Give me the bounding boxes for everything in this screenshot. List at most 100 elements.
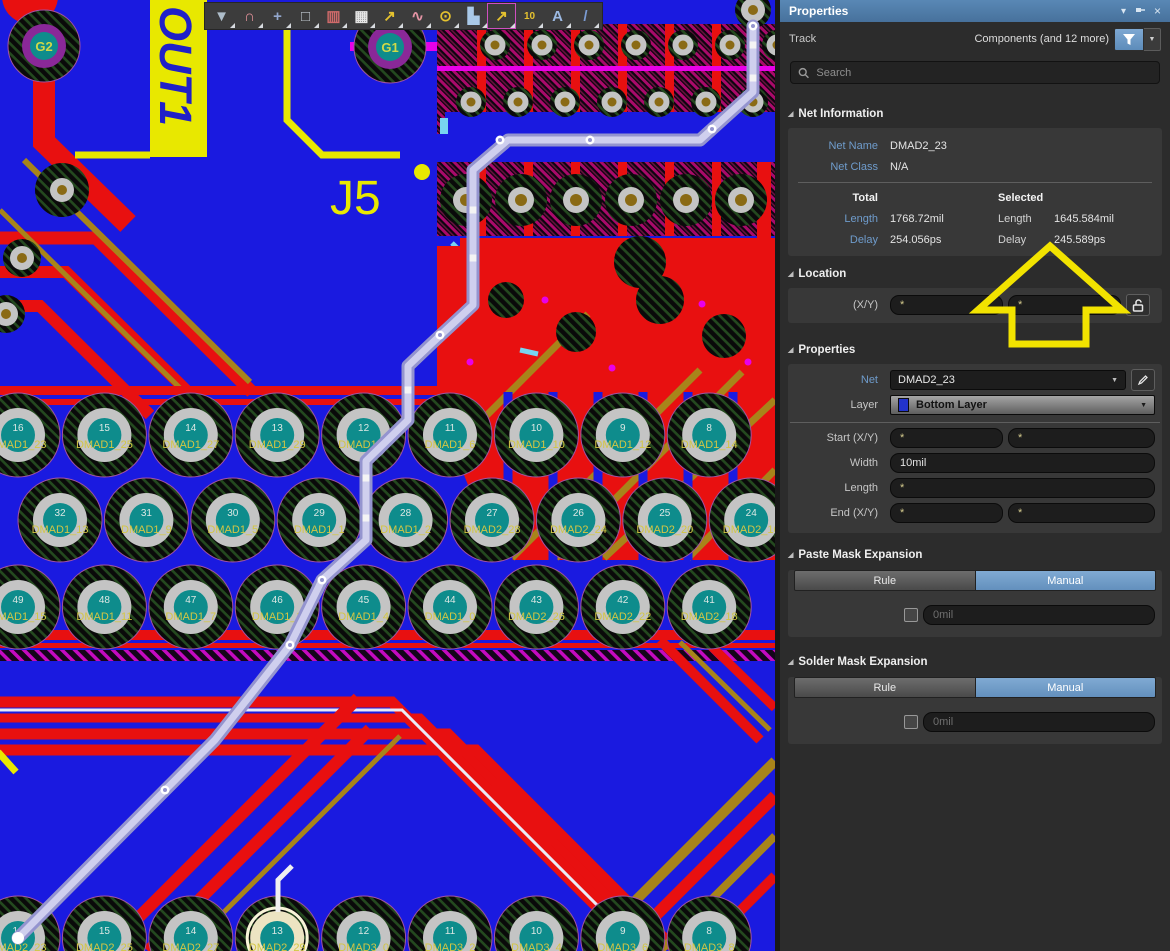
svg-text:G1: G1 [381, 40, 398, 55]
svg-text:G2: G2 [35, 39, 52, 54]
magnet-snap-icon[interactable]: ∩ [236, 4, 263, 28]
svg-text:DMAD2_28: DMAD2_28 [464, 524, 521, 536]
svg-text:43: 43 [531, 595, 543, 606]
pcb-pad[interactable]: 26DMAD2_24 [536, 478, 620, 562]
pcb-pad[interactable]: 8DMAD1_14 [667, 393, 751, 477]
layer-dropdown[interactable]: Bottom Layer▼ [890, 395, 1155, 415]
filter-button[interactable] [1114, 28, 1144, 51]
svg-text:DMAD1_25: DMAD1_25 [76, 439, 133, 451]
end-x-input[interactable]: * [890, 503, 1003, 523]
section-header-solder-mask[interactable]: ◢ Solder Mask Expansion [780, 654, 1170, 670]
pcb-pad[interactable]: 48DMAD1_11 [62, 565, 146, 649]
width-input[interactable]: 10mil [890, 453, 1155, 473]
meander-tuning-icon[interactable]: ∿ [404, 4, 431, 28]
paste-mask-value-input[interactable]: 0mil [923, 605, 1155, 625]
line-icon[interactable]: / [572, 4, 599, 28]
text-string-icon[interactable]: A [544, 4, 571, 28]
filter-dropdown-button[interactable]: ▼ [1144, 28, 1161, 51]
end-xy-label: End (X/Y) [788, 507, 890, 519]
length-input[interactable]: * [890, 478, 1155, 498]
pcb-pad[interactable]: 13DMAD1_29 [235, 393, 319, 477]
pcb-pad[interactable]: 28 DMAD1_2 [364, 478, 448, 562]
section-header-net-information[interactable]: ◢ Net Information [780, 106, 1170, 122]
pcb-canvas[interactable]: OUT1 J5 G2 G1 16DMAD1_2315DMAD1_2514DMAD… [0, 0, 775, 951]
svg-text:11: 11 [445, 926, 456, 937]
svg-text:DMAD2_25: DMAD2_25 [76, 942, 133, 951]
pcb-pad[interactable]: 47DMAD1_7 [149, 565, 233, 649]
svg-text:DMAD1_9: DMAD1_9 [121, 524, 172, 536]
location-x-input[interactable]: * [890, 295, 1003, 315]
pcb-pad[interactable]: 27 DMAD2_28 [450, 478, 534, 562]
svg-text:DMAD1_15: DMAD1_15 [0, 611, 46, 623]
solder-mask-checkbox[interactable] [904, 715, 918, 729]
lock-button[interactable] [1126, 294, 1150, 316]
pcb-pad[interactable]: 25DMAD2_20 [623, 478, 707, 562]
svg-text:30: 30 [227, 508, 239, 519]
collapse-icon: ◢ [788, 110, 793, 118]
pcb-pad[interactable]: 42DMAD2_22 [581, 565, 665, 649]
section-header-location[interactable]: ◢ Location [780, 266, 1170, 282]
paste-mask-checkbox[interactable] [904, 608, 918, 622]
total-length-label: Length [788, 213, 890, 225]
panel-close-icon[interactable]: × [1154, 4, 1161, 18]
layer-step-icon[interactable]: ▙ [460, 4, 487, 28]
svg-text:DMAD2_22: DMAD2_22 [594, 611, 651, 623]
pcb-pad[interactable]: 32DMAD1_13 [18, 478, 102, 562]
svg-text:15: 15 [99, 926, 111, 937]
solder-mask-manual-button[interactable]: Manual [976, 678, 1156, 697]
filter-select-icon[interactable]: ▼ [208, 4, 235, 28]
pcb-pad[interactable]: 30DMAD1_5 [191, 478, 275, 562]
pcb-pad[interactable]: 41DMAD2_18 [667, 565, 751, 649]
panel-menu-icon[interactable]: ▾ [1121, 6, 1126, 17]
panel-pin-icon[interactable] [1135, 5, 1145, 18]
svg-text:11: 11 [445, 423, 456, 434]
crosshair-icon[interactable]: + [264, 4, 291, 28]
paste-mask-rule-button[interactable]: Rule [795, 571, 976, 590]
pcb-pad[interactable]: 14DMAD1_27 [149, 393, 233, 477]
svg-text:DMAD1_14: DMAD1_14 [681, 439, 738, 451]
layer-label: Layer [788, 399, 890, 411]
svg-text:9: 9 [620, 423, 626, 434]
fiducial-g2[interactable]: G2 [8, 10, 80, 82]
svg-text:DMAD1_2: DMAD1_2 [380, 524, 431, 536]
pcb-pad[interactable]: 11DMAD1_6 [408, 393, 492, 477]
section-header-properties[interactable]: ◢ Properties [780, 342, 1170, 358]
search-box[interactable] [790, 61, 1160, 84]
net-dropdown[interactable]: DMAD2_23▼ [890, 370, 1126, 390]
pcb-pad[interactable]: 43DMAD2_26 [494, 565, 578, 649]
section-header-paste-mask[interactable]: ◢ Paste Mask Expansion [780, 547, 1170, 563]
route-icon[interactable]: ↗ [376, 4, 403, 28]
svg-text:16: 16 [12, 423, 24, 434]
svg-text:DMAD2_20: DMAD2_20 [636, 524, 693, 536]
solder-mask-rule-button[interactable]: Rule [795, 678, 976, 697]
unlock-icon [1132, 299, 1144, 312]
svg-text:12: 12 [358, 926, 370, 937]
pcb-pad[interactable]: 9DMAD1_12 [581, 393, 665, 477]
layer-stack-icon[interactable]: ▥ [320, 4, 347, 28]
svg-text:DMAD1_4: DMAD1_4 [338, 611, 389, 623]
location-y-input[interactable]: * [1008, 295, 1121, 315]
paste-mask-manual-button[interactable]: Manual [976, 571, 1156, 590]
start-y-input[interactable]: * [1008, 428, 1155, 448]
svg-text:DMAD2_29: DMAD2_29 [249, 942, 306, 951]
svg-text:28: 28 [400, 508, 412, 519]
grid-chip-icon[interactable]: ▦ [348, 4, 375, 28]
svg-text:27: 27 [486, 508, 498, 519]
pcb-pad[interactable]: 44DMAD1_0 [408, 565, 492, 649]
svg-text:DMAD3_6: DMAD3_6 [597, 942, 648, 951]
svg-text:46: 46 [272, 595, 284, 606]
edit-net-button[interactable] [1131, 369, 1155, 391]
measure-icon[interactable]: 10 [516, 4, 543, 28]
selection-box-icon[interactable]: □ [292, 4, 319, 28]
interactive-route-icon[interactable]: ↗ [488, 4, 515, 28]
start-xy-label: Start (X/Y) [788, 432, 890, 444]
end-y-input[interactable]: * [1008, 503, 1155, 523]
via-drill-icon[interactable]: ⊙ [432, 4, 459, 28]
pcb-pad[interactable]: 31DMAD1_9 [104, 478, 188, 562]
start-x-input[interactable]: * [890, 428, 1003, 448]
solder-mask-value-input[interactable]: 0mil [923, 712, 1155, 732]
pcb-pad[interactable]: 15DMAD1_25 [62, 393, 146, 477]
search-input[interactable] [816, 67, 1152, 79]
net-label: Net [788, 374, 890, 386]
pcb-pad[interactable]: 10DMAD1_10 [494, 393, 578, 477]
